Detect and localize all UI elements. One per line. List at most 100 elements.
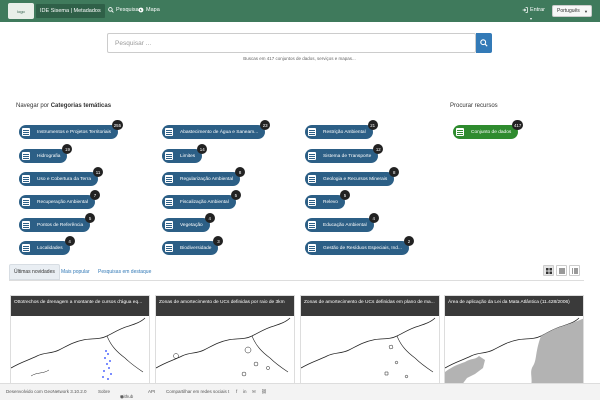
category-label: Vegetação — [180, 222, 203, 228]
linkedin-icon[interactable]: in — [243, 389, 247, 394]
footer: Desenvolvido com GeoNetwork 3.10.2.0 Sob… — [0, 383, 600, 400]
email-icon[interactable]: ✉ — [252, 389, 256, 395]
category-chip[interactable]: Hidrografia 19 — [19, 144, 73, 163]
record-card[interactable]: Área de aplicação da Lei da Mata Atlânti… — [444, 295, 584, 385]
category-chip[interactable]: Instrumentos e Projetos Territoriais 255 — [19, 120, 124, 139]
top-navbar: logo IDE Sisema | Metadados Pesquisar Ma… — [0, 0, 600, 22]
table-icon — [308, 128, 316, 136]
nav-search-link[interactable]: Pesquisar — [108, 7, 140, 13]
nav-search-label: Pesquisar — [116, 7, 141, 13]
category-count: 255 — [111, 120, 124, 130]
logo-text: logo — [17, 8, 25, 14]
category-count: 2 — [403, 236, 414, 246]
category-label: Localidades — [37, 245, 63, 251]
category-count: 5 — [230, 190, 241, 200]
list-view-button[interactable] — [556, 265, 567, 276]
categories-heading: Navegar por Categorias temáticas — [16, 103, 111, 109]
record-card-title: Zonas de amortecimento de UCs definidas … — [156, 296, 294, 316]
resource-label: Conjunto de dados — [471, 129, 512, 135]
search-button[interactable] — [476, 33, 492, 53]
category-chip[interactable]: Limites 14 — [162, 144, 208, 163]
sisema-logo[interactable]: logo — [8, 3, 34, 19]
category-count: 11 — [93, 167, 104, 177]
chevron-down-icon: ▼ — [584, 9, 588, 14]
record-card-title: Área de aplicação da Lei da Mata Atlânti… — [445, 296, 583, 316]
category-chip[interactable]: Regularização Ambiental 8 — [162, 167, 246, 186]
grid-view-button[interactable] — [543, 265, 554, 276]
table-icon — [308, 175, 316, 183]
category-chip[interactable]: Uso e Cobertura da Terra 11 — [19, 167, 104, 186]
category-label: Regularização Ambiental — [180, 176, 234, 182]
footer-about-link[interactable]: Sobre — [98, 389, 110, 394]
category-chip[interactable]: Localidades 4 — [19, 236, 75, 255]
globe-icon — [138, 7, 144, 13]
search-icon — [480, 39, 488, 47]
search-input[interactable]: Pesquisar ... — [107, 33, 476, 53]
table-icon — [308, 221, 316, 229]
table-icon — [165, 175, 173, 183]
category-label: Educação Ambiental — [323, 222, 367, 228]
footer-api-link[interactable]: API — [148, 389, 155, 394]
login-button[interactable]: Entrar — [522, 7, 545, 13]
category-label: Pontos de Referência — [37, 222, 84, 228]
category-count: 19 — [62, 144, 73, 154]
category-label: Sistema de Transporte — [323, 153, 372, 159]
category-chip[interactable]: Restrição Ambiental 21 — [305, 120, 378, 139]
category-count: 7 — [89, 190, 100, 200]
tab-popular[interactable]: Mais popular — [57, 264, 94, 280]
login-label: Entrar — [530, 7, 545, 13]
footer-share-label: Compartilhar em redes sociais — [166, 389, 227, 394]
category-chip[interactable]: Pontos de Referência 5 — [19, 213, 96, 232]
table-icon — [308, 244, 316, 252]
category-count: 14 — [197, 144, 208, 154]
footer-powered-by: Desenvolvido com GeoNetwork 3.10.2.0 — [6, 389, 87, 394]
link-icon[interactable]: ⛓ — [261, 389, 267, 395]
categories-heading-prefix: Navegar por — [16, 103, 51, 109]
record-card[interactable]: Zonas de amortecimento de UCs definidas … — [155, 295, 295, 385]
search-icon — [108, 7, 114, 13]
table-icon — [22, 221, 30, 229]
category-chip[interactable]: Sistema de Transporte 12 — [305, 144, 384, 163]
resource-chip-dataset[interactable]: Conjunto de dados 417 — [453, 120, 524, 139]
category-label: Relevo — [323, 199, 338, 205]
category-chip[interactable]: Fiscalização Ambiental 5 — [162, 190, 241, 209]
grid-icon — [545, 267, 552, 274]
category-chip[interactable]: Vegetação 4 — [162, 213, 215, 232]
category-label: Restrição Ambiental — [323, 129, 366, 135]
category-chip[interactable]: Biodiversidade 3 — [162, 236, 224, 255]
table-icon — [22, 198, 30, 206]
twitter-icon[interactable]: t — [228, 389, 229, 394]
table-icon — [165, 152, 173, 160]
table-icon — [165, 128, 173, 136]
brand-link[interactable]: IDE Sisema | Metadados — [36, 4, 105, 18]
record-card[interactable]: Ottotrechos de drenagem a montante de cu… — [10, 295, 150, 385]
category-count: 3 — [213, 236, 224, 246]
language-select[interactable]: Português ▼ — [552, 5, 592, 17]
table-icon — [22, 152, 30, 160]
category-chip[interactable]: Gestão de Resíduos Especiais, Ind... 2 — [305, 236, 414, 255]
nav-map-link[interactable]: Mapa — [138, 7, 160, 13]
category-label: Hidrografia — [37, 153, 61, 159]
facebook-icon[interactable]: f — [236, 389, 237, 394]
table-icon — [22, 175, 30, 183]
category-label: Uso e Cobertura da Terra — [37, 176, 92, 182]
compact-list-view-button[interactable] — [569, 265, 580, 276]
category-chip[interactable]: Relevo 5 — [305, 190, 350, 209]
tab-featured-searches[interactable]: Pesquisas em destaque — [94, 264, 155, 280]
category-chip[interactable]: Abastecimento de Água e Saneam... 23 — [162, 120, 271, 139]
tab-latest[interactable]: Últimas novidades — [9, 264, 60, 280]
category-count: 8 — [235, 167, 246, 177]
category-label: Fiscalização Ambiental — [180, 199, 229, 205]
category-chip[interactable]: Geologia e Recursos Minerais 8 — [305, 167, 400, 186]
category-label: Geologia e Recursos Minerais — [323, 176, 388, 182]
category-chip[interactable]: Recuperação Ambiental 7 — [19, 190, 100, 209]
record-card-title: Ottotrechos de drenagem a montante de cu… — [11, 296, 149, 316]
record-thumbnail — [301, 317, 436, 379]
category-chip[interactable]: Educação Ambiental 4 — [305, 213, 379, 232]
database-icon — [456, 128, 464, 136]
table-icon — [308, 198, 316, 206]
search-stats: Buscas em 417 conjuntos de dados, serviç… — [243, 56, 356, 61]
record-thumbnail — [445, 317, 583, 384]
record-card[interactable]: Zonas de amortecimento de UCs definidas … — [300, 295, 440, 385]
record-thumbnail — [156, 317, 291, 377]
